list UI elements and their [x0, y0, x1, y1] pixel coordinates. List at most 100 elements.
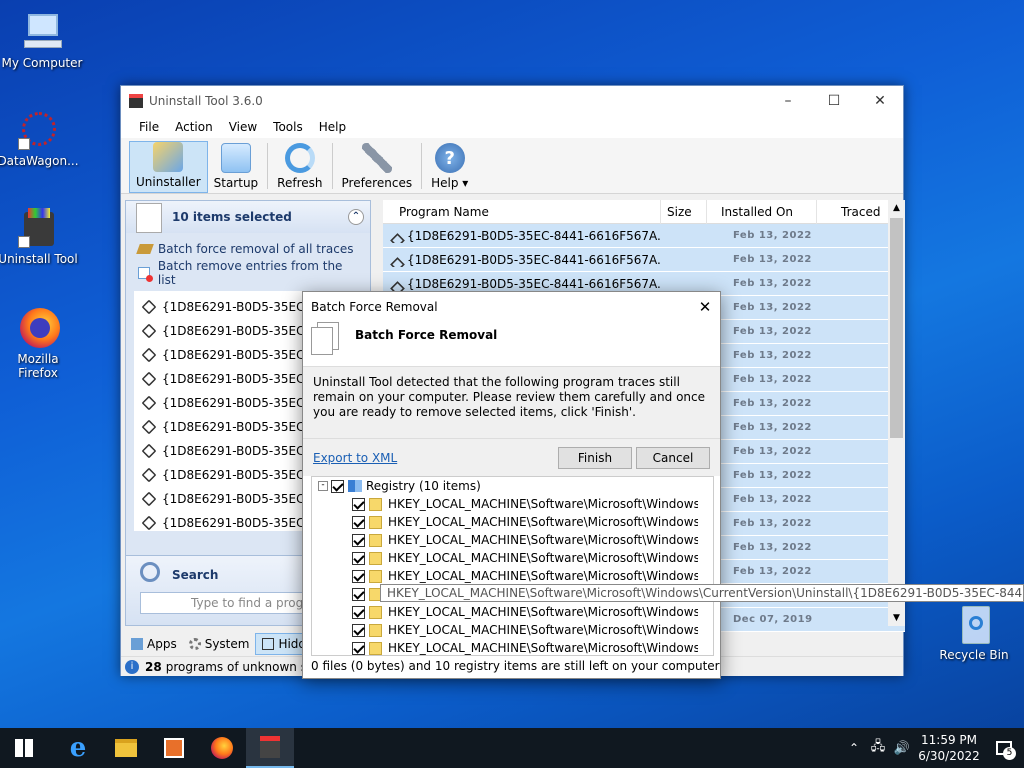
menu-view[interactable]: View: [221, 120, 265, 134]
registry-path-tooltip: HKEY_LOCAL_MACHINE\Software\Microsoft\Wi…: [380, 584, 1024, 602]
desktop-icon-label: DataWagon...: [0, 154, 79, 168]
menu-file[interactable]: File: [131, 120, 167, 134]
scroll-down-arrow[interactable]: ▼: [888, 610, 905, 626]
folder-icon: [369, 533, 382, 547]
collapse-icon[interactable]: ⌃: [348, 209, 364, 225]
menu-help[interactable]: Help: [311, 120, 354, 134]
uninstall-tool-icon: [16, 206, 60, 250]
item-checkbox[interactable]: [352, 533, 365, 547]
scroll-up-arrow[interactable]: ▲: [888, 200, 905, 216]
cancel-button[interactable]: Cancel: [636, 446, 710, 469]
finish-button[interactable]: Finish: [558, 446, 632, 469]
table-row[interactable]: {1D8E6291-B0D5-35EC-8441-6616F567A... Feb…: [383, 248, 905, 272]
close-button[interactable]: ✕: [857, 86, 903, 116]
item-checkbox[interactable]: [352, 623, 365, 637]
maximize-button[interactable]: ☐: [811, 86, 857, 116]
export-xml-link[interactable]: Export to XML: [313, 451, 397, 465]
volume-icon[interactable]: 🔊: [890, 741, 914, 756]
traces-tree: - Registry (10 items) HKEY_LOCAL_MACHINE…: [311, 476, 714, 656]
clock-date: 6/30/2022: [918, 749, 980, 763]
tree-item[interactable]: HKEY_LOCAL_MACHINE\Software\Microsoft\Wi…: [312, 639, 713, 655]
batch-force-removal-action[interactable]: Batch force removal of all traces: [136, 237, 362, 261]
desktop-icon-datawagon[interactable]: DataWagon...: [0, 108, 80, 168]
folder-icon: [115, 739, 137, 757]
desktop-icon-label: Uninstall Tool: [0, 252, 78, 266]
column-size[interactable]: Size: [661, 199, 707, 224]
menu-action[interactable]: Action: [167, 120, 221, 134]
refresh-button[interactable]: Refresh: [271, 141, 328, 193]
tab-label: Apps: [147, 637, 177, 651]
expander-icon[interactable]: -: [318, 481, 328, 491]
desktop-icon-recycle-bin[interactable]: Recycle Bin: [932, 602, 1016, 662]
refresh-label: Refresh: [277, 176, 323, 190]
startup-button[interactable]: Startup: [208, 141, 265, 193]
app-icon: [129, 94, 143, 108]
preferences-button[interactable]: Preferences: [336, 141, 419, 193]
item-checkbox[interactable]: [352, 551, 365, 565]
dialog-heading: Batch Force Removal: [355, 328, 498, 342]
dialog-title: Batch Force Removal: [311, 300, 438, 314]
help-label: Help ▾: [431, 176, 469, 190]
uninstaller-button[interactable]: Uninstaller: [129, 141, 208, 193]
status-text: programs of unknown size: [165, 659, 324, 674]
dialog-actions: Export to XML Finish Cancel: [303, 438, 720, 476]
taskbar-uninstall-tool[interactable]: [246, 728, 294, 768]
folder-icon: [369, 623, 382, 637]
batch-remove-entries-action[interactable]: Batch remove entries from the list: [138, 259, 362, 287]
registry-key-label: HKEY_LOCAL_MACHINE\Software\Microsoft\Wi…: [388, 605, 698, 619]
column-installed-on[interactable]: Installed On: [707, 199, 817, 224]
registry-key-label: HKEY_LOCAL_MACHINE\Software\Microsoft\Wi…: [388, 533, 698, 547]
tab-system[interactable]: System: [183, 637, 256, 651]
dialog-close-button[interactable]: ✕: [690, 298, 720, 316]
item-checkbox[interactable]: [352, 515, 365, 529]
tree-item[interactable]: HKEY_LOCAL_MACHINE\Software\Microsoft\Wi…: [312, 495, 713, 513]
tree-item[interactable]: HKEY_LOCAL_MACHINE\Software\Microsoft\Wi…: [312, 549, 713, 567]
folder-icon: [369, 605, 382, 619]
desktop-icon-uninstall-tool[interactable]: Uninstall Tool: [0, 206, 80, 266]
start-button[interactable]: [0, 728, 48, 768]
taskbar-explorer[interactable]: [102, 728, 150, 768]
clock[interactable]: 11:59 PM 6/30/2022: [914, 732, 984, 764]
tree-root[interactable]: - Registry (10 items): [312, 477, 713, 495]
item-checkbox[interactable]: [352, 587, 365, 601]
taskbar-firefox[interactable]: [198, 728, 246, 768]
search-label: Search: [172, 568, 219, 582]
folder-icon: [369, 551, 382, 565]
grid-scrollbar[interactable]: ▲ ▼: [888, 200, 905, 626]
help-button[interactable]: ? Help ▾: [425, 141, 474, 193]
tree-item[interactable]: HKEY_LOCAL_MACHINE\Software\Microsoft\Wi…: [312, 603, 713, 621]
dialog-description: Uninstall Tool detected that the followi…: [303, 366, 720, 438]
package-icon: [141, 323, 157, 339]
menu-tools[interactable]: Tools: [265, 120, 311, 134]
dialog-header: Batch Force Removal: [303, 322, 720, 366]
root-checkbox[interactable]: [331, 479, 344, 493]
taskbar-media[interactable]: [150, 728, 198, 768]
tree-item[interactable]: HKEY_LOCAL_MACHINE\Software\Microsoft\Wi…: [312, 513, 713, 531]
filter-tabs: Apps System Hidden: [125, 632, 329, 656]
tab-apps[interactable]: Apps: [125, 637, 183, 651]
action-center-button[interactable]: 5: [984, 728, 1024, 768]
table-row[interactable]: {1D8E6291-B0D5-35EC-8441-6616F567A... Feb…: [383, 224, 905, 248]
startup-label: Startup: [213, 176, 259, 190]
minimize-button[interactable]: –: [765, 86, 811, 116]
tree-item[interactable]: HKEY_LOCAL_MACHINE\Software\Microsoft\Wi…: [312, 567, 713, 585]
network-icon[interactable]: 🖧: [866, 737, 890, 759]
uninstaller-icon: [153, 142, 184, 172]
tree-item[interactable]: HKEY_LOCAL_MACHINE\Software\Microsoft\Wi…: [312, 621, 713, 639]
column-program-name[interactable]: Program Name: [383, 199, 661, 224]
gear-icon: [188, 638, 201, 650]
item-checkbox[interactable]: [352, 569, 365, 583]
item-checkbox[interactable]: [352, 605, 365, 619]
desktop-icon-my-computer[interactable]: My Computer: [0, 10, 84, 70]
selection-header: 10 items selected ⌃: [126, 201, 370, 233]
column-traced[interactable]: Traced: [817, 200, 887, 224]
taskbar-edge[interactable]: e: [54, 728, 102, 768]
item-checkbox[interactable]: [352, 497, 365, 511]
registry-key-label: HKEY_LOCAL_MACHINE\Software\Microsoft\Wi…: [388, 551, 698, 565]
item-checkbox[interactable]: [352, 641, 365, 655]
tree-item[interactable]: HKEY_LOCAL_MACHINE\Software\Microsoft\Wi…: [312, 531, 713, 549]
installed-on-cell: Feb 13, 2022: [733, 566, 812, 577]
desktop-icon-firefox[interactable]: Mozilla Firefox: [0, 306, 80, 380]
scroll-thumb[interactable]: [890, 218, 903, 438]
chevron-up-icon[interactable]: ⌃: [842, 741, 866, 755]
